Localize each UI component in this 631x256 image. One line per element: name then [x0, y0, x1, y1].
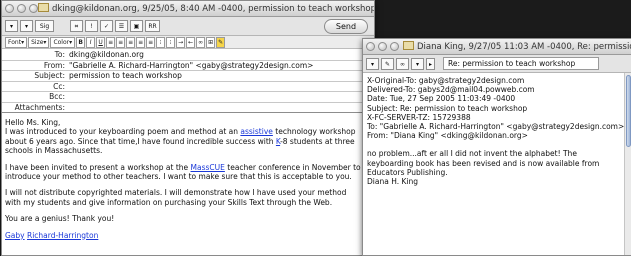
from-row: From: "Gabrielle A. Richard-Harrington" …	[2, 60, 374, 71]
header-line: X-FC-SERVER-TZ: 15729388	[367, 112, 471, 122]
sig-last-link[interactable]: Richard-Harrington	[27, 231, 98, 240]
flag-icon[interactable]: ▸	[426, 57, 435, 70]
reply-signature: Diana H. King	[367, 177, 418, 187]
color-menu[interactable]: Color▾	[50, 36, 76, 48]
outdent-icon[interactable]: ←	[186, 36, 196, 48]
reply-window: Diana King, 9/27/05 11:03 AM -0400, Re: …	[362, 38, 631, 256]
format-toolbar: Font▾ Size▾ Color▾ B I U ≡ ≡ ≡ ≡ ≡ ⁝ ⁝ →…	[2, 36, 374, 49]
bullet-list-icon[interactable]: ⁝	[156, 36, 166, 48]
account-menu-button[interactable]: ▾	[5, 20, 18, 32]
paragraph-4: You are a genius! Thank you!	[5, 214, 115, 224]
attachments-field[interactable]	[69, 103, 374, 113]
align-center-icon[interactable]: ≡	[126, 36, 136, 48]
label-menu[interactable]: ▾	[411, 57, 424, 70]
priority-icon[interactable]: !	[85, 20, 98, 32]
justify-icon[interactable]: ≡	[146, 36, 156, 48]
cc-label: Cc:	[53, 81, 65, 91]
subject-display-field[interactable]: Re: permission to teach workshop	[443, 57, 599, 70]
compose-body[interactable]: Hello Ms. King, I was introduced to your…	[5, 118, 361, 247]
reply-zoom-button[interactable]	[390, 42, 399, 51]
to-row: To: dking@kildonan.org	[2, 50, 374, 61]
header-line: X-Original-To: gaby@strategy2design.com	[367, 76, 525, 85]
reply-headers: X-Original-To: gaby@strategy2design.com …	[367, 76, 625, 141]
envelope-icon	[38, 3, 49, 12]
to-label: To:	[54, 50, 65, 59]
paragraph-2: I have been invited to present a worksho…	[5, 162, 361, 182]
bcc-row: Bcc:	[2, 92, 374, 103]
table-icon[interactable]: ⊞	[206, 36, 216, 48]
cc-field[interactable]	[69, 82, 374, 92]
cc-row: Cc:	[2, 81, 374, 92]
indent-icon[interactable]: →	[176, 36, 186, 48]
from-field[interactable]: "Gabrielle A. Richard-Harrington" <gaby@…	[69, 61, 374, 71]
greeting-line: Hello Ms. King,	[5, 118, 61, 127]
compose-headers: To: dking@kildonan.org From: "Gabrielle …	[2, 49, 374, 113]
header-line: Delivered-To: gabys2d@mail04.powweb.com	[367, 85, 535, 95]
align-right-icon[interactable]: ≡	[136, 36, 146, 48]
attach-file-icon[interactable]: ⌗	[70, 20, 83, 32]
signature-menu-button[interactable]: Sig	[35, 20, 54, 32]
bold-button[interactable]: B	[76, 36, 86, 48]
envelope-icon	[403, 41, 414, 50]
close-window-button[interactable]	[5, 4, 14, 13]
header-line: Date: Tue, 27 Sep 2005 11:03:49 -0400	[367, 94, 516, 104]
reply-close-button[interactable]	[366, 42, 375, 51]
paragraph-1: I was introduced to your keyboarding poe…	[5, 127, 356, 156]
return-receipt-button[interactable]: RR	[145, 20, 160, 32]
spell-check-icon[interactable]: ✓	[100, 20, 113, 32]
edit-icon[interactable]: ✎	[381, 57, 394, 70]
paragraph-3: I will not distribute copyrighted materi…	[5, 188, 347, 207]
underline-button[interactable]: U	[96, 36, 106, 48]
strike-icon[interactable]: ≡	[106, 36, 116, 48]
subject-field[interactable]: permission to teach workshop	[69, 71, 374, 81]
hyperlink-icon[interactable]: ∞	[196, 36, 206, 48]
image-icon[interactable]: ▣	[130, 20, 143, 32]
reply-titlebar[interactable]: Diana King, 9/27/05 11:03 AM -0400, Re: …	[363, 39, 631, 55]
stationery-menu-button[interactable]: ▾	[20, 20, 33, 32]
link-icon[interactable]: ∞	[396, 57, 409, 70]
send-button[interactable]: Send	[324, 19, 368, 34]
align-left-icon[interactable]: ≡	[116, 36, 126, 48]
send-button-label: Send	[335, 22, 357, 31]
compose-window-title: dking@kildonan.org, 9/25/05, 8:40 AM -04…	[38, 3, 374, 14]
assistive-link[interactable]: assistive	[240, 127, 272, 136]
header-line: From: "Diana King" <dking@kildonan.org>	[367, 131, 528, 141]
numbered-list-icon[interactable]: ⁝	[166, 36, 176, 48]
reply-toolbar: ▾ ✎ ∞ ▾ ▸ Re: permission to teach worksh…	[363, 55, 631, 73]
reply-scroll-thumb[interactable]	[626, 75, 631, 147]
reply-minimize-button[interactable]	[378, 42, 387, 51]
bcc-field[interactable]	[69, 92, 374, 102]
attachments-row: Attachments:	[2, 102, 374, 113]
compose-window: dking@kildonan.org, 9/25/05, 8:40 AM -04…	[1, 0, 375, 256]
minimize-window-button[interactable]	[17, 4, 26, 13]
reply-message[interactable]: X-Original-To: gaby@strategy2design.com …	[367, 76, 625, 187]
signature-line: Gaby Richard-Harrington	[5, 231, 361, 240]
attachments-label: Attachments:	[14, 102, 65, 112]
reply-action-menu[interactable]: ▾	[366, 57, 379, 70]
header-line: Subject: Re: permission to teach worksho…	[367, 103, 528, 113]
italic-button[interactable]: I	[86, 36, 96, 48]
font-menu[interactable]: Font▾	[5, 36, 28, 48]
reply-window-title: Diana King, 9/27/05 11:03 AM -0400, Re: …	[399, 41, 631, 52]
address-book-icon[interactable]: ☰	[115, 20, 128, 32]
sig-first-link[interactable]: Gaby	[5, 231, 25, 240]
reply-scrollbar[interactable]	[624, 73, 631, 255]
compose-titlebar[interactable]: dking@kildonan.org, 9/25/05, 8:40 AM -04…	[2, 1, 374, 17]
masscue-link[interactable]: MassCUE	[191, 163, 225, 172]
subject-label: Subject:	[34, 71, 65, 80]
reply-body: no problem...aft er all I did not invent…	[367, 149, 600, 177]
from-label: From:	[43, 60, 65, 70]
highlight-icon[interactable]: ✎	[216, 36, 226, 48]
subject-row: Subject: permission to teach workshop	[2, 71, 374, 82]
header-line: To: "Gabrielle A. Richard-Harrington" <g…	[367, 122, 625, 132]
zoom-window-button[interactable]	[29, 4, 38, 13]
size-menu[interactable]: Size▾	[28, 36, 50, 48]
compose-toolbar: ▾ ▾ Sig ⌗ ! ✓ ☰ ▣ RR	[2, 17, 374, 36]
to-field[interactable]: dking@kildonan.org	[69, 50, 374, 60]
bcc-label: Bcc:	[49, 92, 65, 101]
